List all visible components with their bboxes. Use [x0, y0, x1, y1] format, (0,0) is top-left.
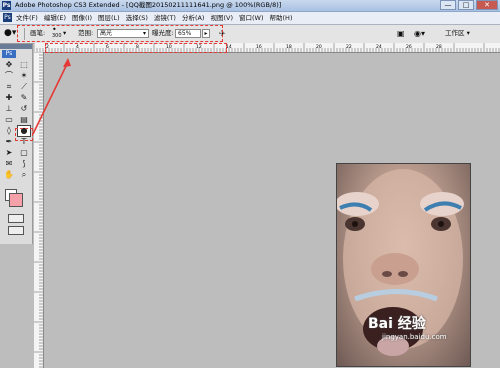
- baidu-watermark: Bai 经验: [368, 316, 426, 332]
- arrow-head-icon: [63, 58, 71, 67]
- baidu-watermark-url: jingyan.baidu.com: [382, 333, 447, 341]
- arrow-line: [32, 61, 69, 135]
